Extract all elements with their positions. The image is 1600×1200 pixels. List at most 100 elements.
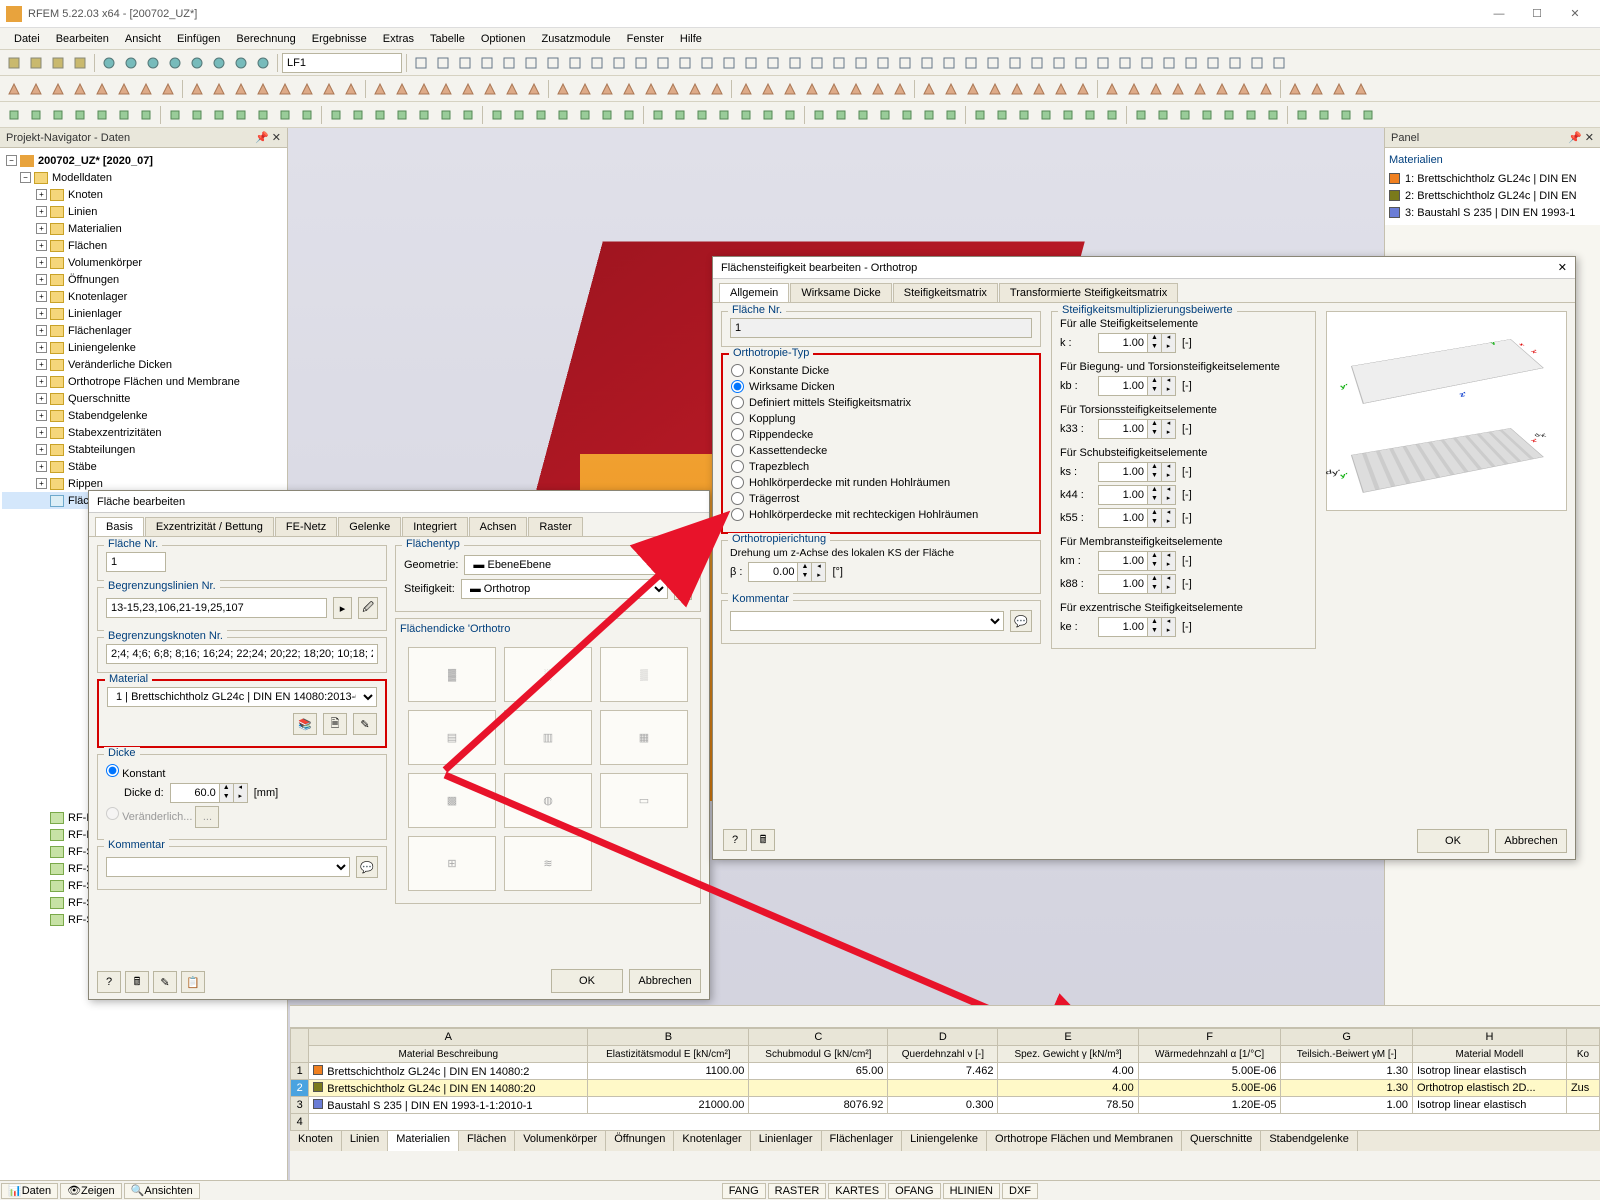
close-button[interactable]: ✕: [1556, 3, 1594, 25]
menu-fenster[interactable]: Fenster: [619, 33, 672, 45]
toolbar-button[interactable]: [697, 53, 717, 73]
toolbar-button[interactable]: [895, 53, 915, 73]
ortho-radio[interactable]: Hohlkörperdecke mit rechteckigen Hohlräu…: [731, 508, 1031, 521]
toolbar-button[interactable]: [499, 53, 519, 73]
toolbar-button[interactable]: [1219, 105, 1239, 125]
toolbar-button[interactable]: [1212, 79, 1232, 99]
toolbar-button[interactable]: [1285, 79, 1305, 99]
menu-einfuegen[interactable]: Einfügen: [169, 33, 228, 45]
material-item[interactable]: 3: Baustahl S 235 | DIN EN 1993-1: [1389, 204, 1596, 221]
toolbar-button[interactable]: [619, 105, 639, 125]
ortho-radio[interactable]: Konstante Dicke: [731, 364, 1031, 377]
table-row[interactable]: 2 Brettschichtholz GL24c | DIN EN 14080:…: [291, 1080, 1600, 1097]
menu-ansicht[interactable]: Ansicht: [117, 33, 169, 45]
toolbar-button[interactable]: [829, 53, 849, 73]
tab-allgemein[interactable]: Allgemein: [719, 283, 789, 302]
toolbar-button[interactable]: [609, 53, 629, 73]
toolbar-button[interactable]: [1005, 53, 1025, 73]
snap-toggle[interactable]: KARTES: [828, 1183, 886, 1199]
thickness-thumb[interactable]: ▒: [600, 647, 688, 702]
snap-toggle[interactable]: DXF: [1002, 1183, 1038, 1199]
toolbar-button[interactable]: [114, 105, 134, 125]
thickness-thumb[interactable]: ◍: [504, 773, 592, 828]
calc-button[interactable]: 🖩: [125, 971, 149, 993]
tree-item[interactable]: +Knotenlager: [2, 288, 285, 305]
toolbar-button[interactable]: [663, 79, 683, 99]
toolbar-button[interactable]: [1146, 79, 1166, 99]
toolbar-button[interactable]: [1014, 105, 1034, 125]
toolbar-button[interactable]: [209, 79, 229, 99]
toolbar-button[interactable]: [4, 105, 24, 125]
toolbar-button[interactable]: [1181, 53, 1201, 73]
status-daten[interactable]: 📊 Daten: [1, 1183, 58, 1199]
toolbar-button[interactable]: [1159, 53, 1179, 73]
toolbar-button[interactable]: [780, 105, 800, 125]
toolbar-button[interactable]: [480, 79, 500, 99]
toolbar-button[interactable]: [348, 105, 368, 125]
toolbar-button[interactable]: [719, 53, 739, 73]
beta-spinner[interactable]: ▲▼◂▸: [748, 562, 826, 582]
k33-spinner[interactable]: ▲▼◂▸: [1098, 419, 1176, 439]
toolbar-button[interactable]: [741, 53, 761, 73]
toolbar-button[interactable]: [1175, 105, 1195, 125]
toolbar-button[interactable]: [1256, 79, 1276, 99]
toolbar-button[interactable]: [1247, 53, 1267, 73]
toolbar-button[interactable]: [824, 79, 844, 99]
toolbar-button[interactable]: [1203, 53, 1223, 73]
toolbar-button[interactable]: [919, 79, 939, 99]
toolbar-button[interactable]: [1263, 105, 1283, 125]
toolbar-button[interactable]: [143, 53, 163, 73]
toolbar-button[interactable]: [653, 53, 673, 73]
k-spinner[interactable]: ▲▼◂▸: [1098, 333, 1176, 353]
toolbar-button[interactable]: [436, 79, 456, 99]
kommentar-select[interactable]: [730, 611, 1004, 631]
toolbar-button[interactable]: [48, 105, 68, 125]
thickness-thumb[interactable]: ▭: [600, 773, 688, 828]
tab-raster[interactable]: Raster: [528, 517, 582, 536]
toolbar-button[interactable]: [553, 79, 573, 99]
toolbar-button[interactable]: [941, 105, 961, 125]
thickness-thumb[interactable]: ≋: [504, 836, 592, 891]
toolbar-button[interactable]: [1241, 105, 1261, 125]
table-tab[interactable]: Materialien: [388, 1131, 459, 1151]
toolbar-button[interactable]: [1102, 79, 1122, 99]
toolbar-button[interactable]: [1080, 105, 1100, 125]
table-tab[interactable]: Knoten: [290, 1131, 342, 1151]
toolbar-button[interactable]: [136, 105, 156, 125]
toolbar-button[interactable]: [26, 105, 46, 125]
toolbar-button[interactable]: [92, 105, 112, 125]
toolbar-button[interactable]: [253, 79, 273, 99]
toolbar-button[interactable]: [873, 53, 893, 73]
toolbar-button[interactable]: [4, 79, 24, 99]
toolbar-button[interactable]: [158, 79, 178, 99]
thickness-thumb[interactable]: ░: [504, 647, 592, 702]
toolbar-button[interactable]: [165, 53, 185, 73]
toolbar-button[interactable]: [597, 79, 617, 99]
tree-item[interactable]: +Liniengelenke: [2, 339, 285, 356]
thickness-thumb[interactable]: ▥: [504, 710, 592, 765]
flaeche-nr-input[interactable]: [106, 552, 166, 572]
tab-gelenke[interactable]: Gelenke: [338, 517, 401, 536]
help-button[interactable]: ?: [723, 829, 747, 851]
k88-spinner[interactable]: ▲▼◂▸: [1098, 574, 1176, 594]
k55-spinner[interactable]: ▲▼◂▸: [1098, 508, 1176, 528]
toolbar-button[interactable]: [763, 53, 783, 73]
tree-item[interactable]: +Flächen: [2, 237, 285, 254]
toolbar-button[interactable]: [1329, 79, 1349, 99]
ortho-radio[interactable]: Kassettendecke: [731, 444, 1031, 457]
table-tab[interactable]: Öffnungen: [606, 1131, 674, 1151]
toolbar-button[interactable]: [187, 53, 207, 73]
toolbar-button[interactable]: [1168, 79, 1188, 99]
tab-wirksame-dicke[interactable]: Wirksame Dicke: [790, 283, 891, 302]
material-item[interactable]: 1: Brettschichtholz GL24c | DIN EN: [1389, 170, 1596, 187]
toolbar-button[interactable]: [70, 79, 90, 99]
table-tab[interactable]: Querschnitte: [1182, 1131, 1261, 1151]
table-tab[interactable]: Volumenkörper: [515, 1131, 606, 1151]
toolbar-button[interactable]: [807, 53, 827, 73]
toolbar-button[interactable]: [846, 79, 866, 99]
thickness-thumb[interactable]: ▓: [408, 647, 496, 702]
toolbar-button[interactable]: [919, 105, 939, 125]
toolbar-button[interactable]: [685, 79, 705, 99]
thickness-thumb[interactable]: ▤: [408, 710, 496, 765]
maximize-button[interactable]: ☐: [1518, 3, 1556, 25]
